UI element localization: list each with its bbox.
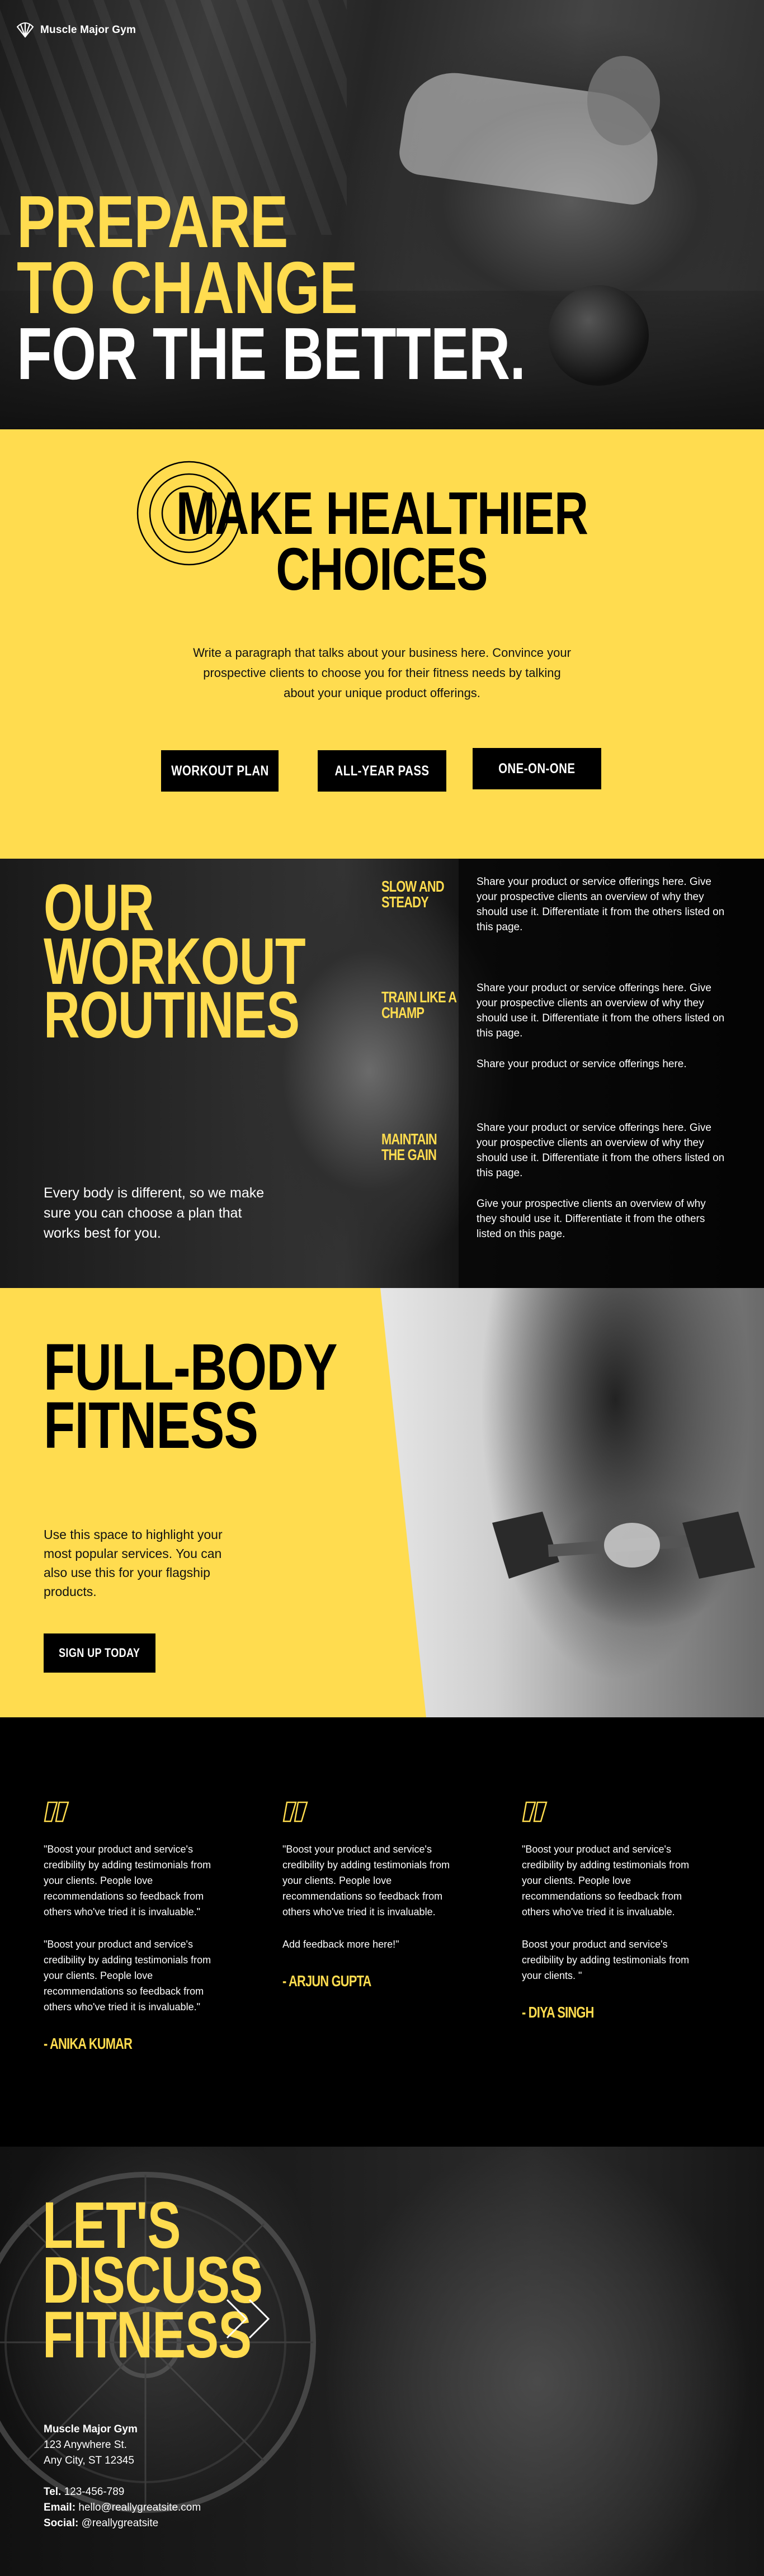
full-body-fitness-section: FULL-BODY FITNESS Use this space to high… (0, 1288, 764, 1717)
testimonials-section: "Boost your product and service's credib… (0, 1717, 764, 2147)
hero-section: Muscle Major Gym PREPARE TO CHANGE FOR T… (0, 0, 764, 429)
fullbody-title: FULL-BODY FITNESS (44, 1330, 337, 1462)
discuss-fitness-section: LET'S DISCUSS FITNESS Muscle Major Gym 1… (0, 2147, 764, 2576)
hero-title-line-3: FOR THE BETTER. (17, 312, 526, 395)
routine-text-slow-and-steady: Share your product or service offerings … (477, 876, 725, 933)
contact-social: Social: @reallygreatsite (44, 2517, 159, 2529)
medicine-ball (548, 285, 649, 386)
contact-name: Muscle Major Gym (44, 2423, 138, 2435)
healthier-title: MAKE HEALTHIER CHOICES (0, 479, 764, 603)
routine-text-extra: Share your product or service offerings … (477, 1058, 687, 1070)
routines-title: OUR WORKOUT ROUTINES (44, 875, 306, 1052)
fullbody-paragraph: Use this space to highlight your most po… (44, 1527, 223, 1599)
healthier-title-line-1: MAKE HEALTHIER (176, 479, 588, 547)
healthier-choices-section: MAKE HEALTHIER CHOICES Write a paragraph… (0, 429, 764, 859)
testimonial-author: - ANIKA KUMAR (44, 2035, 133, 2052)
routine-text-train-like-a-champ: Share your product or service offerings … (477, 982, 725, 1039)
testimonial-card: "Boost your product and service's credib… (522, 1801, 701, 2020)
hero-title-line-1: PREPARE (17, 181, 288, 263)
healthier-title-line-2: CHOICES (276, 535, 488, 603)
brand-name: Muscle Major Gym (40, 24, 136, 36)
contact-address-line-1: 123 Anywhere St. (44, 2439, 127, 2451)
healthier-paragraph: Write a paragraph that talks about your … (193, 646, 571, 700)
social-link[interactable]: @reallygreatsite (82, 2517, 159, 2529)
workout-plan-button[interactable]: WORKOUT PLAN (161, 750, 279, 792)
brand-logo[interactable]: Muscle Major Gym (16, 22, 136, 38)
workout-routines-section: OUR WORKOUT ROUTINES Every body is diffe… (0, 859, 764, 1288)
sign-up-button[interactable]: SIGN UP TODAY (44, 1633, 155, 1673)
one-on-one-button[interactable]: ONE-ON-ONE (473, 748, 601, 789)
hero-title: PREPARE TO CHANGE FOR THE BETTER. (17, 181, 526, 395)
all-year-pass-button[interactable]: ALL-YEAR PASS (318, 750, 446, 792)
contact-block: Muscle Major Gym 123 Anywhere St. Any Ci… (44, 2422, 256, 2531)
fullbody-title-line-1: FULL-BODY (44, 1330, 337, 1404)
dumbbell-icon (492, 1512, 755, 1579)
testimonial-card: "Boost your product and service's credib… (44, 1801, 223, 2052)
quote-icon (44, 1801, 69, 1822)
hero-athlete-head (587, 56, 660, 145)
contact-tel: Tel. 123-456-789 (44, 2486, 125, 2498)
testimonial-text: "Boost your product and service's credib… (282, 1844, 450, 1917)
contact-email: Email: hello@reallygreatsite.com (44, 2502, 201, 2513)
testimonial-text: Boost your product and service's credibi… (522, 1939, 690, 1981)
quote-icon (282, 1801, 308, 1822)
routine-label-slow-and-steady: SLOW AND STEADY (381, 878, 445, 911)
testimonial-text: Add feedback more here!" (282, 1939, 399, 1950)
testimonial-text: "Boost your product and service's credib… (44, 1939, 211, 2012)
routines-title-line-3: ROUTINES (44, 978, 300, 1052)
testimonial-author: - ARJUN GUPTA (282, 1972, 371, 1990)
email-link[interactable]: hello@reallygreatsite.com (78, 2502, 201, 2513)
contact-address-line-2: Any City, ST 12345 (44, 2455, 134, 2466)
testimonial-card: "Boost your product and service's credib… (282, 1801, 461, 1989)
routines-subtitle: Every body is different, so we make sure… (44, 1185, 265, 1241)
testimonial-text: "Boost your product and service's credib… (44, 1844, 211, 1917)
shell-logo-icon (16, 22, 34, 38)
routine-text-maintain-the-gain: Share your product or service offerings … (477, 1122, 725, 1179)
routine-label-maintain-the-gain: MAINTAIN THE GAIN (381, 1130, 437, 1163)
routine-label-train-like-a-champ: TRAIN LIKE A CHAMP (381, 988, 457, 1021)
double-chevron-icon (226, 2299, 270, 2339)
routine-text-overview: Give your prospective clients an overvie… (477, 1198, 706, 1240)
fullbody-title-line-2: FITNESS (44, 1389, 258, 1462)
hero-title-line-2: TO CHANGE (17, 247, 358, 329)
testimonial-text: "Boost your product and service's credib… (522, 1844, 690, 1917)
quote-icon (522, 1801, 548, 1822)
tel-link[interactable]: 123-456-789 (64, 2486, 125, 2498)
testimonial-author: - DIYA SINGH (522, 2004, 594, 2021)
